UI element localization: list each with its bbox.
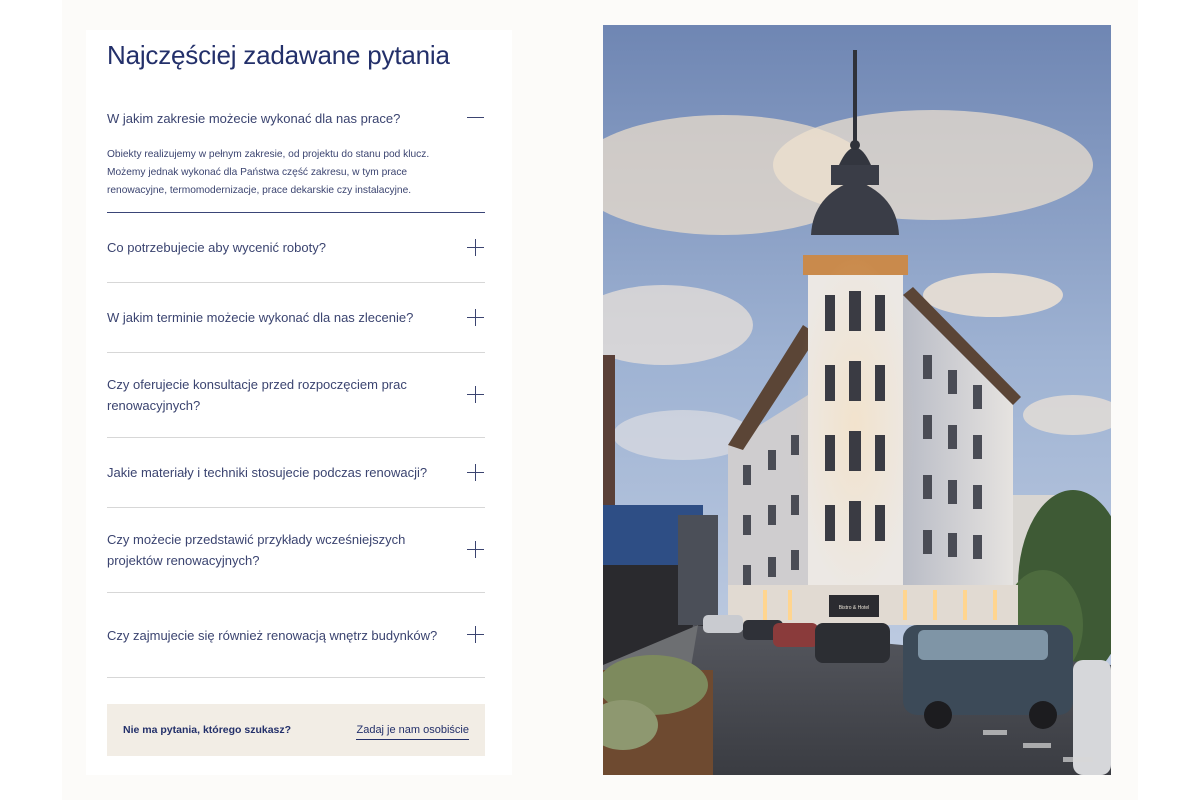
minus-icon[interactable] [465, 108, 485, 128]
plus-icon[interactable] [465, 463, 485, 483]
faq-question-text: W jakim terminie możecie wykonać dla nas… [107, 310, 414, 325]
faq-question-toggle[interactable]: Czy możecie przedstawić przykłady wcześn… [107, 508, 485, 592]
ask-question-link[interactable]: Zadaj je nam osobiście [356, 724, 469, 740]
faq-item: Czy oferujecie konsultacje przed rozpocz… [107, 353, 485, 438]
faq-question-toggle[interactable]: W jakim terminie możecie wykonać dla nas… [107, 283, 485, 352]
plus-icon[interactable] [465, 540, 485, 560]
plus-icon[interactable] [465, 238, 485, 258]
contact-cta-box: Nie ma pytania, którego szukasz? Zadaj j… [107, 704, 485, 756]
storefront-sign-text: Bistro & Hotel [839, 605, 870, 611]
faq-question-toggle[interactable]: W jakim zakresie możecie wykonać dla nas… [107, 90, 485, 146]
faq-question-text: Czy oferujecie konsultacje przed rozpocz… [107, 377, 407, 413]
faq-question-toggle[interactable]: Czy oferujecie konsultacje przed rozpocz… [107, 353, 485, 437]
building-photo: Bistro & Hotel [603, 25, 1111, 775]
faq-question-text: Co potrzebujecie aby wycenić roboty? [107, 240, 326, 255]
faq-question-toggle[interactable]: Co potrzebujecie aby wycenić roboty? [107, 213, 485, 282]
faq-item: Co potrzebujecie aby wycenić roboty? [107, 213, 485, 283]
faq-question-text: W jakim zakresie możecie wykonać dla nas… [107, 110, 401, 126]
faq-list: W jakim zakresie możecie wykonać dla nas… [107, 90, 485, 678]
faq-item: Jakie materiały i techniki stosujecie po… [107, 438, 485, 508]
faq-question-text: Czy zajmujecie się również renowacją wnę… [107, 627, 438, 643]
cta-text: Nie ma pytania, którego szukasz? [123, 724, 292, 736]
faq-question-text: Jakie materiały i techniki stosujecie po… [107, 465, 428, 480]
plus-icon[interactable] [465, 385, 485, 405]
faq-question-toggle[interactable]: Jakie materiały i techniki stosujecie po… [107, 438, 485, 507]
faq-answer-text: Obiekty realizujemy w pełnym zakresie, o… [107, 149, 430, 196]
faq-question-text: Czy możecie przedstawić przykłady wcześn… [107, 532, 406, 568]
faq-item: Czy możecie przedstawić przykłady wcześn… [107, 508, 485, 593]
faq-item: W jakim terminie możecie wykonać dla nas… [107, 283, 485, 353]
faq-title: Najczęściej zadawane pytania [107, 40, 450, 70]
plus-icon[interactable] [465, 308, 485, 328]
faq-item: W jakim zakresie możecie wykonać dla nas… [107, 90, 485, 213]
plus-icon[interactable] [465, 625, 485, 645]
faq-question-toggle[interactable]: Czy zajmujecie się również renowacją wnę… [107, 593, 485, 677]
faq-item: Czy zajmujecie się również renowacją wnę… [107, 593, 485, 678]
